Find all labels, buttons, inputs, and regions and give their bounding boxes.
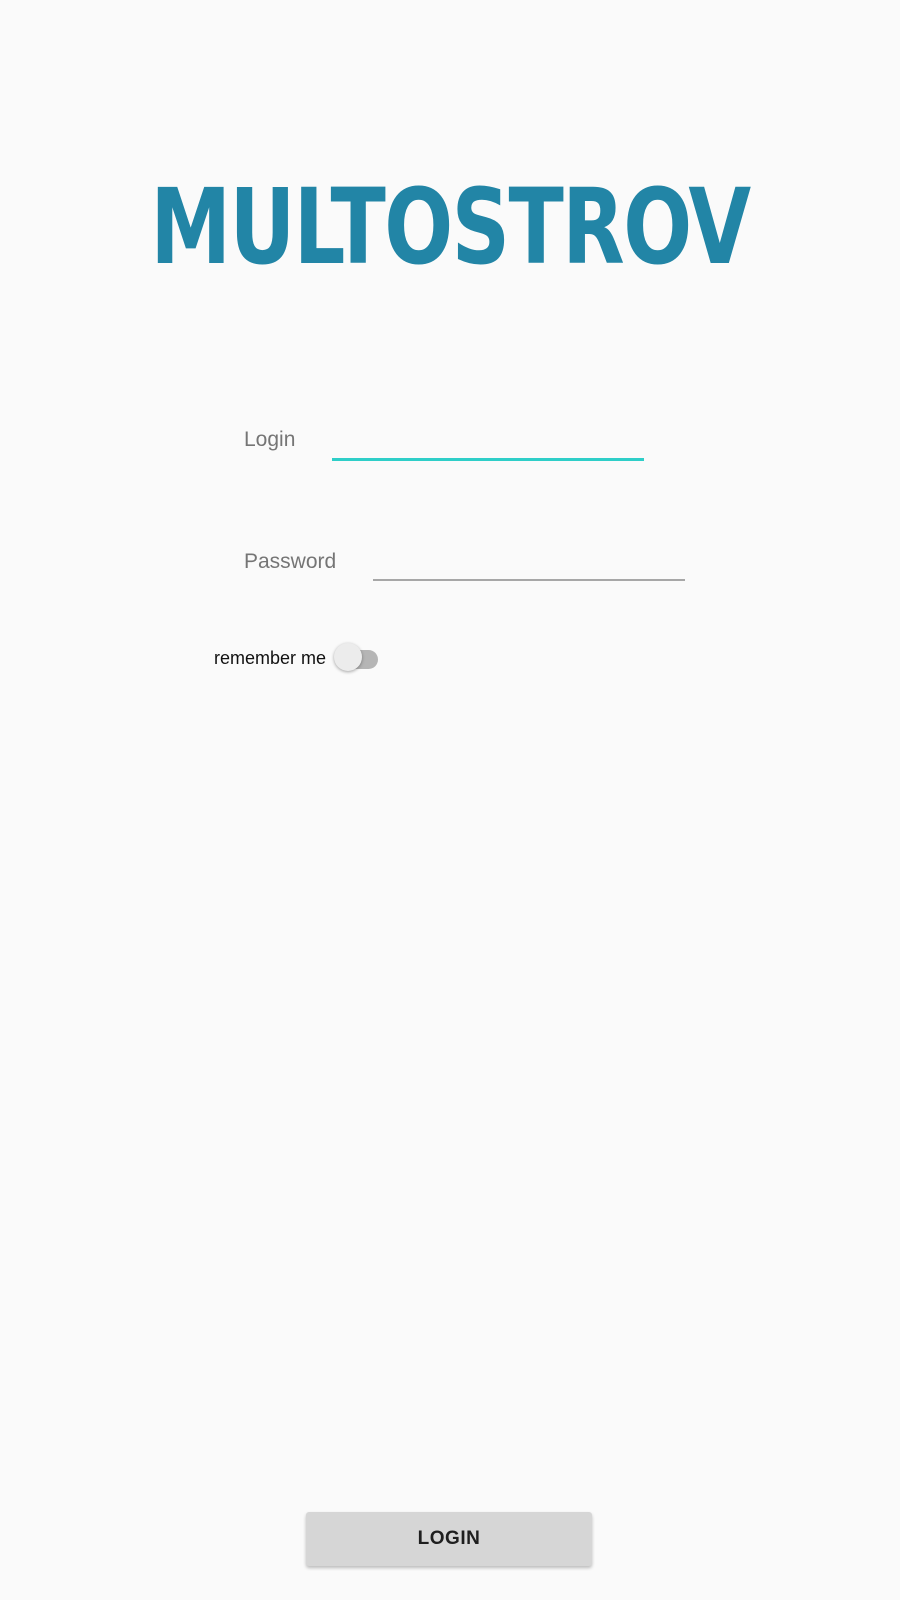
login-input[interactable] — [332, 424, 644, 461]
login-label: Login — [244, 428, 296, 451]
login-screen: MULTOSTROV Login Password remember me LO… — [0, 0, 900, 1600]
login-button[interactable]: LOGIN — [306, 1512, 592, 1566]
remember-me-label: remember me — [214, 648, 327, 668]
password-input[interactable] — [373, 545, 685, 581]
password-label: Password — [244, 550, 337, 573]
app-logo: MULTOSTROV — [150, 166, 751, 288]
toggle-thumb — [334, 643, 362, 671]
remember-me-toggle[interactable] — [334, 642, 382, 672]
